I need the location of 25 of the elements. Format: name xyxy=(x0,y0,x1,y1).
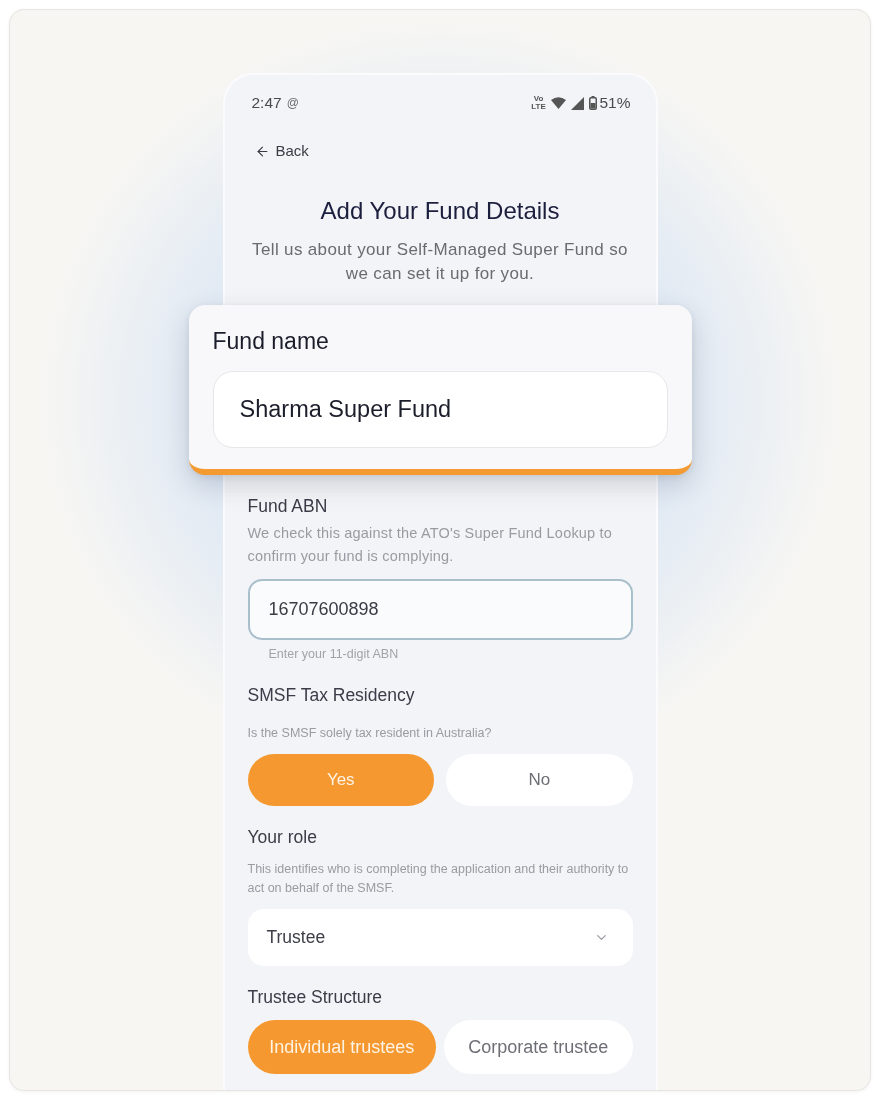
field-label: Fund name xyxy=(212,327,330,355)
field-label: Trustee Structure xyxy=(247,987,384,1007)
fund-name-input[interactable]: Sharma Super Fund xyxy=(212,371,668,448)
battery-icon xyxy=(589,96,598,110)
field-description: We check this against the ATO's Super Fund Lookup to confirm your fund is complying. xyxy=(247,524,614,566)
wifi-icon xyxy=(551,97,567,109)
status-time: 2:47 xyxy=(251,94,282,112)
field-description: Is the SMSF solely tax resident in Australia? xyxy=(247,725,493,742)
role-select[interactable]: Trustee xyxy=(247,909,633,966)
field-label: Your role xyxy=(247,827,318,847)
field-label: Fund ABN xyxy=(247,496,329,516)
page-subtitle: Tell us about your Self-Managed Super Fund so we can set it up for you. xyxy=(252,239,628,285)
signal-icon xyxy=(571,96,585,110)
field-description: This identifies who is completing the application and their authority to act on behalf of the SMSF. xyxy=(247,861,630,897)
option-button[interactable]: No xyxy=(446,754,633,806)
status-indicator: @ xyxy=(286,96,299,110)
select-value: Trustee xyxy=(266,927,326,948)
page-title: Add Your Fund Details xyxy=(319,197,561,225)
field-label: SMSF Tax Residency xyxy=(247,685,416,705)
battery-percent: 51% xyxy=(599,94,631,112)
back-link[interactable]: Back xyxy=(254,142,309,160)
abn-input[interactable]: 16707600898 xyxy=(247,579,633,640)
option-button[interactable]: Corporate trustee xyxy=(444,1020,633,1074)
network-label: Vo LTE xyxy=(530,95,547,111)
field-hint: Enter your 11-digit ABN xyxy=(268,647,400,661)
